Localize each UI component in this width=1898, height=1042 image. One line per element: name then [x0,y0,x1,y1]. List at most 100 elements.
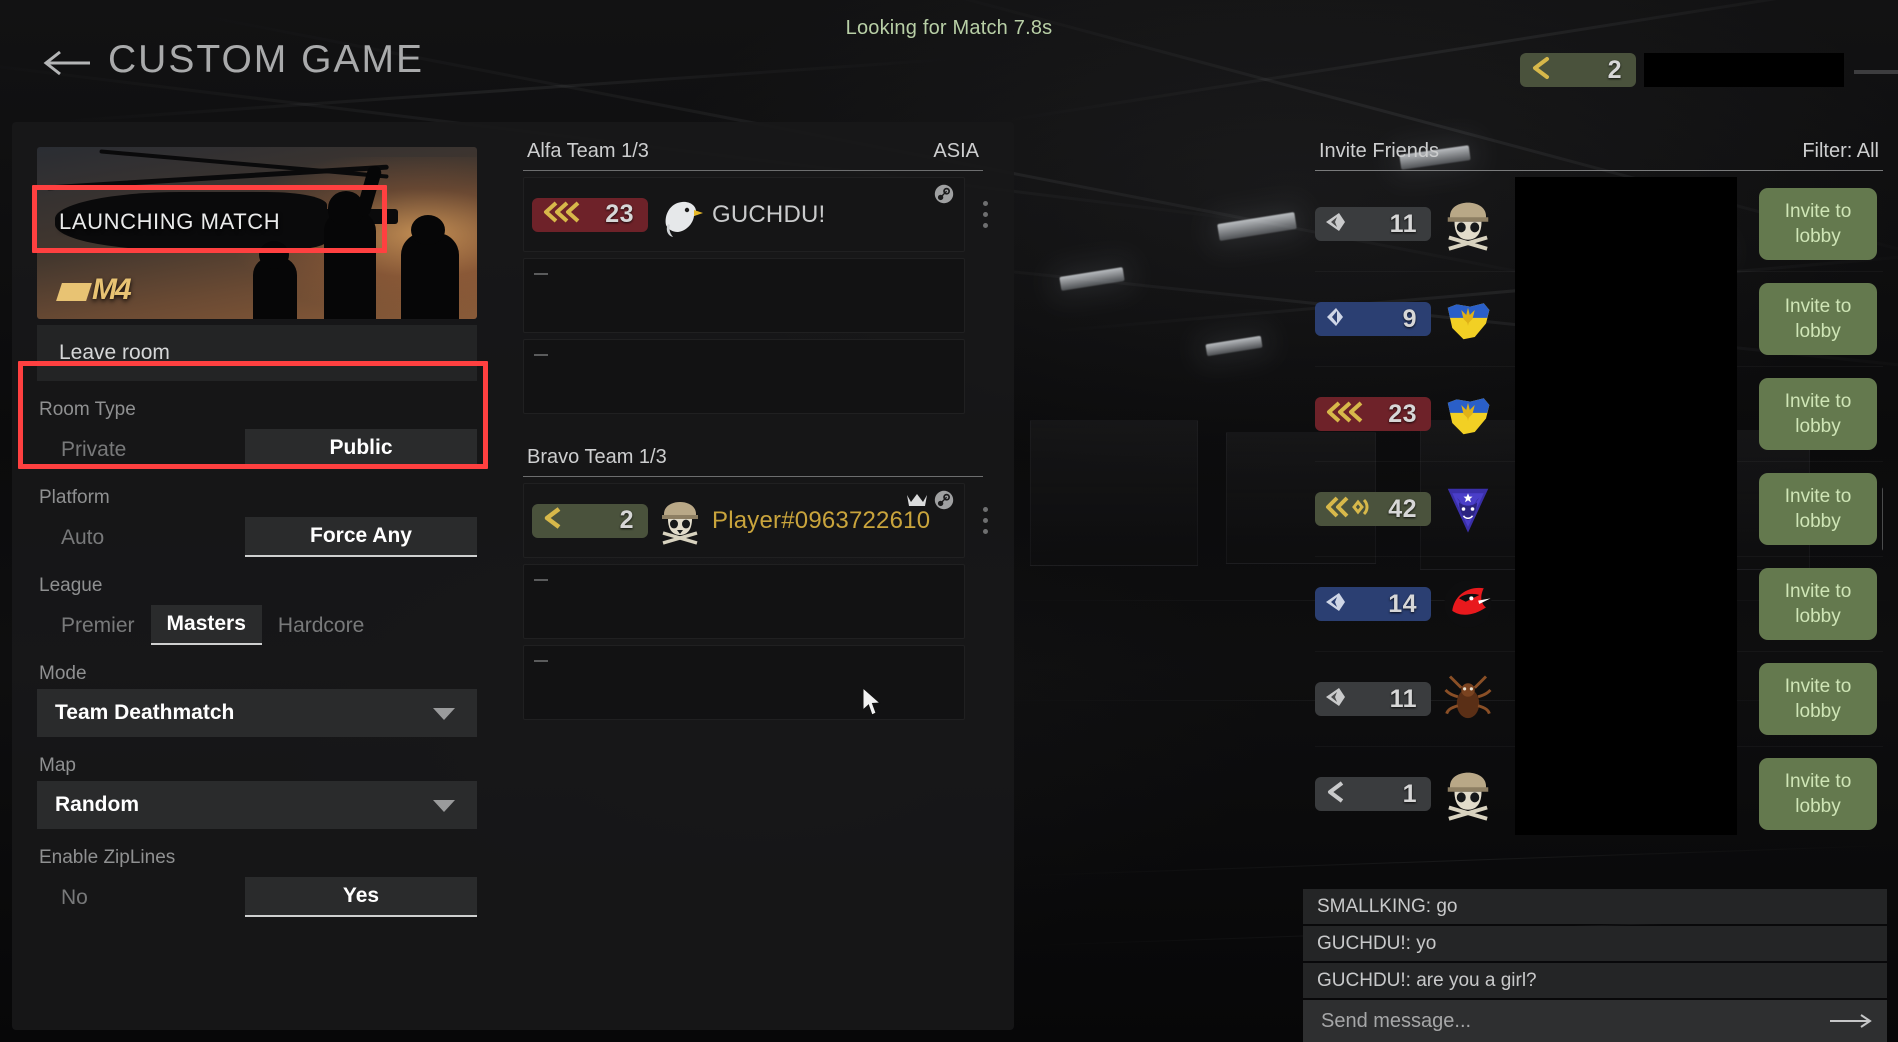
map-selected-value: Random [55,793,139,816]
team-slot-filled[interactable]: 2 Player#0963722610 [523,483,988,558]
match-status-text: Looking for Match 7.8s [845,17,1053,39]
arrow-right-icon[interactable] [1829,1013,1873,1034]
team-header-bravo: Bravo Team 1/3 [523,446,983,477]
empty-slot-dash [534,660,548,662]
soldier-silhouette-1 [323,191,376,319]
friend-row[interactable]: 9 Invite to lobby [1315,272,1883,367]
map-label: Map [39,755,76,776]
steam-icon [934,490,954,510]
red-bird-avatar [1441,577,1495,631]
friend-row[interactable]: 11 Invite to lobby [1315,177,1883,272]
mode-select[interactable]: Team Deathmatch [37,689,477,737]
leave-room-button[interactable]: Leave room [37,325,477,381]
page-title: CUSTOM GAME [108,38,424,81]
friends-filter-button[interactable]: Filter: All [1802,140,1879,163]
room-type-option-private[interactable]: Private [37,431,245,469]
team-slot-empty[interactable] [523,564,965,639]
platform-option-auto[interactable]: Auto [37,519,245,557]
ziplines-option-no[interactable]: No [37,879,245,917]
invite-to-lobby-button[interactable]: Invite to lobby [1759,663,1877,735]
league-option-masters[interactable]: Masters [150,605,262,645]
chevron-rank-icon [1323,494,1371,525]
friend-row[interactable]: 42 Invite to lobby [1315,462,1883,557]
room-type-label: Room Type [39,399,136,420]
map-select[interactable]: Random [37,781,477,829]
friends-scrollbar[interactable] [1882,487,1883,551]
team-region-alfa: ASIA [933,140,979,162]
invite-to-lobby-button[interactable]: Invite to lobby [1759,758,1877,830]
team-slot-empty[interactable] [523,645,965,720]
player-rank-badge: 2 [532,503,648,538]
room-type-option-public[interactable]: Public [245,429,477,469]
league-option-hardcore[interactable]: Hardcore [262,607,380,645]
setting-league: League Premier Masters Hardcore [37,575,477,645]
launching-match-label: LAUNCHING MATCH [59,209,281,234]
invite-to-lobby-button[interactable]: Invite to lobby [1759,568,1877,640]
skull-helmet-avatar [1441,197,1495,251]
setting-platform: Platform Auto Force Any [37,487,477,557]
friend-row[interactable]: 14 Invite to lobby [1315,557,1883,652]
back-arrow-icon[interactable] [42,46,94,80]
platform-option-force-any[interactable]: Force Any [245,517,477,557]
chat-message: GUCHDU!: are you a girl? [1303,963,1887,998]
chevron-rank-icon [1323,779,1349,810]
invite-to-lobby-button[interactable]: Invite to lobby [1759,283,1877,355]
friend-rank-number: 14 [1388,589,1417,618]
league-option-premier[interactable]: Premier [37,607,151,645]
chevron-rank-icon [1528,55,1554,86]
friend-rank-number: 23 [1388,399,1417,428]
chat-input[interactable]: Send message... [1303,1000,1887,1042]
chevron-rank-icon [1323,210,1349,239]
friend-row[interactable]: 1 Invite to lobby [1315,747,1883,835]
team-slot-empty[interactable] [523,339,965,414]
player-rank-badge: 23 [532,197,648,232]
crown-host-icon [906,492,928,508]
friend-rank-number: 1 [1402,779,1417,808]
player-name: GUCHDU! [712,200,826,228]
friend-rank-badge: 1 [1315,777,1431,811]
player-rank-number: 23 [605,200,634,228]
friend-rank-badge: 11 [1315,207,1431,241]
team-roster: Alfa Team 1/3 ASIA 23 GUCHDU! Bravo Team… [523,140,988,720]
wolf-emblem-avatar [1441,482,1495,536]
invite-to-lobby-button[interactable]: Invite to lobby [1759,473,1877,545]
empty-slot-dash [534,354,548,356]
team-slot-empty[interactable] [523,258,965,333]
self-rank-number: 2 [1607,55,1622,84]
setting-ziplines: Enable ZipLines No Yes [37,847,477,917]
friends-list[interactable]: 11 Invite to lobby 9 Invite to lobby 23 … [1315,177,1883,835]
chat-input-placeholder: Send message... [1321,1009,1472,1032]
friend-rank-number: 11 [1389,209,1417,238]
mode-selected-value: Team Deathmatch [55,701,235,724]
friend-row[interactable]: 11 Invite to lobby [1315,652,1883,747]
skull-helmet-avatar [1441,767,1495,821]
steam-icon [934,184,954,204]
top-bar: CUSTOM GAME Looking for Match 7.8s 2 [0,0,1898,110]
player-badges [934,184,954,204]
ziplines-option-yes[interactable]: Yes [245,877,477,917]
team-name-bravo: Bravo Team 1/3 [527,446,667,468]
chevron-down-icon [433,800,455,812]
empty-slot-dash [534,579,548,581]
team-header-alfa: Alfa Team 1/3 ASIA [523,140,983,171]
chevron-rank-icon [1323,685,1349,714]
player-rank-number: 2 [619,506,634,534]
team-slot-filled[interactable]: 23 GUCHDU! [523,177,988,252]
mode-label: Mode [39,663,87,684]
setting-room-type: Room Type Private Public [37,399,477,469]
launching-match-banner[interactable]: M4 LAUNCHING MATCH [37,147,477,319]
chevron-down-icon [433,708,455,720]
player-options-menu[interactable] [972,504,998,538]
invite-to-lobby-button[interactable]: Invite to lobby [1759,378,1877,450]
player-options-menu[interactable] [972,198,998,232]
invite-friends-title: Invite Friends [1319,140,1440,162]
invite-friends-header: Invite Friends Filter: All [1315,140,1883,171]
invite-to-lobby-button[interactable]: Invite to lobby [1759,188,1877,260]
friend-row[interactable]: 23 Invite to lobby [1315,367,1883,462]
chat-panel: SMALLKING: go GUCHDU!: yo GUCHDU!: are y… [1303,889,1887,1042]
friend-rank-badge: 23 [1315,397,1431,431]
friend-rank-badge: 11 [1315,682,1431,716]
ukraine-flag-avatar [1441,292,1495,346]
chevron-rank-icon [540,199,586,230]
player-badges [906,490,954,510]
